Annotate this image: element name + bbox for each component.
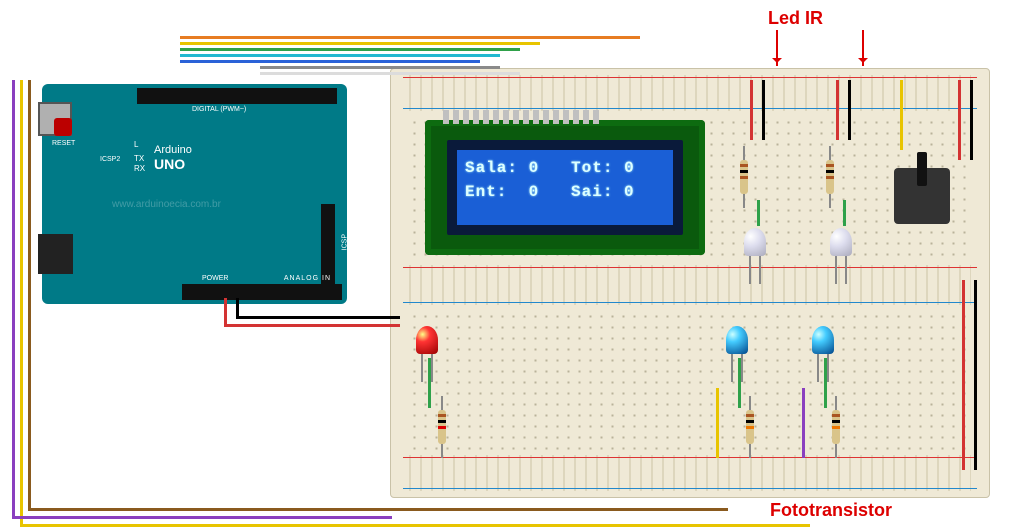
jumper-red-pot [958,80,961,160]
jumper-black-1 [762,80,765,140]
breadboard-rail-top [409,75,971,111]
label-fototransistor: Fototransistor [770,500,892,521]
ir-led-saida [830,228,852,256]
arduino-power-jack [38,234,73,274]
breadboard-rail-middle [409,265,971,305]
lcd-l2-k2: Sai: [571,183,613,201]
arrow-led-ir-2 [862,30,864,66]
wire-grey [260,66,500,69]
wire-yellow-long [20,80,23,526]
wire-gnd [236,298,239,318]
wire-purple-pt [802,388,805,458]
lcd-l1-k1: Sala: [465,159,518,177]
potentiometer-contrast[interactable] [894,168,950,224]
resistor-foto-1 [746,410,754,444]
jumper-black-2 [848,80,851,140]
label-led-ir: Led IR [768,8,823,29]
lcd-l1-v1: 0 [529,159,540,177]
wire-gnd-h [236,316,400,319]
phototransistor-saida [812,326,834,354]
lcd-l2-v2: 0 [624,183,635,201]
arduino-power-analog-header [182,284,342,300]
arduino-brand-line1: Arduino [154,144,192,156]
breadboard-rail-bottom [409,455,971,491]
jumper-green-ir1 [757,200,760,226]
lcd-16x2: Sala: 0 Tot: 0 Ent: 0 Sai: 0 [425,120,705,255]
arduino-watermark: www.arduinoecia.com.br [112,199,221,210]
wire-5v [224,298,227,326]
arduino-l-label: L [134,140,138,149]
jumper-green-f2 [824,358,827,408]
arduino-brand: Arduino UNO [154,144,192,172]
resistor-led-red [438,410,446,444]
wire-brown-long [28,80,31,510]
jumper-black-pot [970,80,973,160]
lcd-l1-v2: 0 [624,159,635,177]
lcd-header-pins [443,110,643,124]
wire-brown-long-h [28,508,728,511]
arduino-digital-header [137,88,337,104]
lcd-l2-k1: Ent: [465,183,507,201]
arrow-led-ir-1 [776,30,778,66]
arduino-power-label: POWER [202,275,228,282]
jumper-black-right [974,280,977,470]
jumper-red-2 [836,80,839,140]
wire-white [260,72,520,75]
wire-purple-long-h [12,516,392,519]
lcd-screen: Sala: 0 Tot: 0 Ent: 0 Sai: 0 [447,140,683,235]
arduino-icsp-label: ICSP [341,234,348,250]
wire-orange [180,36,640,39]
wire-5v-h [224,324,400,327]
wire-cyan [180,54,500,57]
breadboard-grid-lower [409,311,971,453]
arduino-analog-label: ANALOG IN [284,275,331,282]
jumper-green-ir2 [843,200,846,226]
ir-led-entrada [744,228,766,256]
jumper-green-f1 [738,358,741,408]
arduino-tx-label: TX [134,154,144,163]
led-red-status [416,326,438,354]
lcd-l2-v1: 0 [529,183,540,201]
jumper-green-led [428,358,431,408]
arduino-reset-label: RESET [52,140,75,147]
wire-yellow-pt [716,388,719,458]
wire-green [180,48,520,51]
wire-blue [180,60,480,63]
wire-purple-long [12,80,15,518]
jumper-red-1 [750,80,753,140]
lcd-l1-k2: Tot: [571,159,613,177]
resistor-ir-2 [826,160,834,194]
resistor-foto-2 [832,410,840,444]
phototransistor-entrada [726,326,748,354]
arduino-rx-label: RX [134,164,145,173]
arduino-icsp2-label: ICSP2 [100,156,120,163]
arduino-brand-line2: UNO [154,156,185,172]
arduino-uno-board: RESET ICSP2 ICSP L TX RX Arduino UNO www… [42,84,347,304]
arduino-digital-label: DIGITAL (PWM~) [192,106,246,113]
jumper-yellow-pot [900,80,903,150]
wire-yellow [180,42,540,45]
arduino-reset-button[interactable] [54,118,72,136]
jumper-red-right [962,280,965,470]
resistor-ir-1 [740,160,748,194]
